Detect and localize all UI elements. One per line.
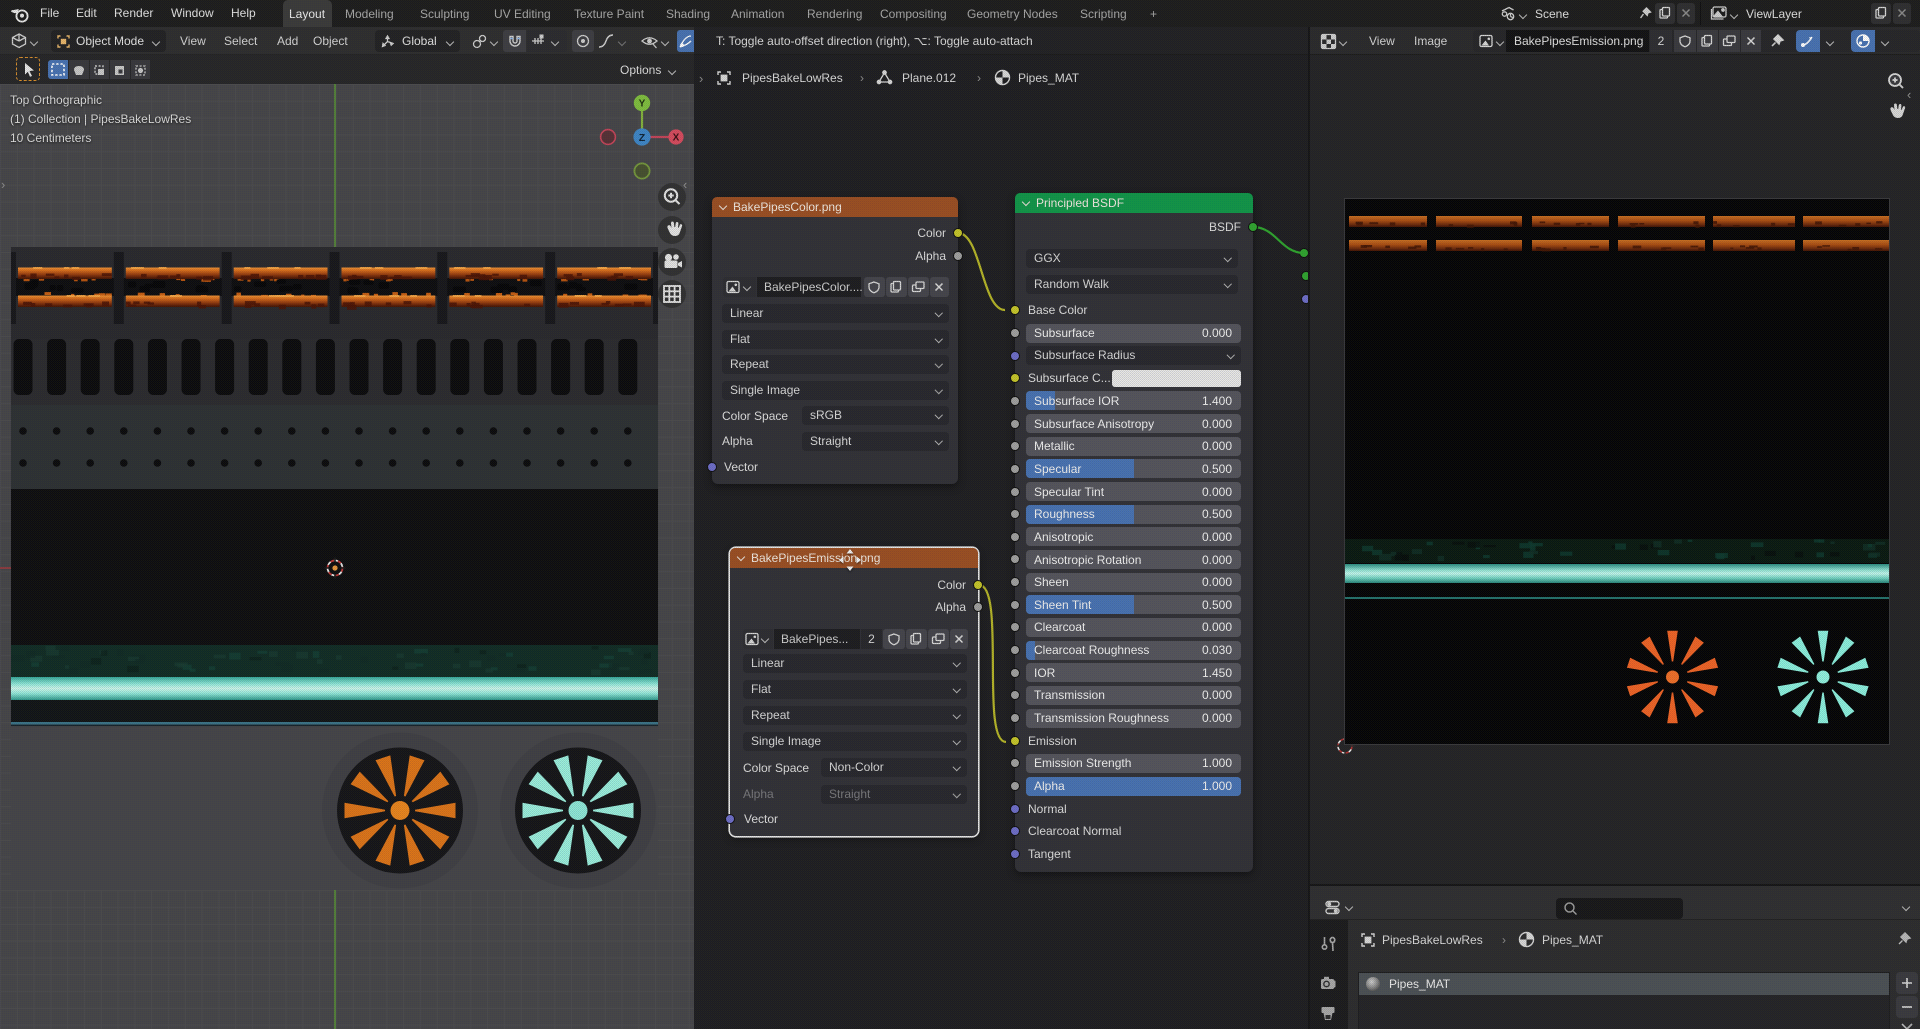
svg-text:Z: Z [639, 132, 646, 144]
svg-text:X: X [673, 133, 680, 144]
svg-text:Y: Y [639, 99, 646, 110]
